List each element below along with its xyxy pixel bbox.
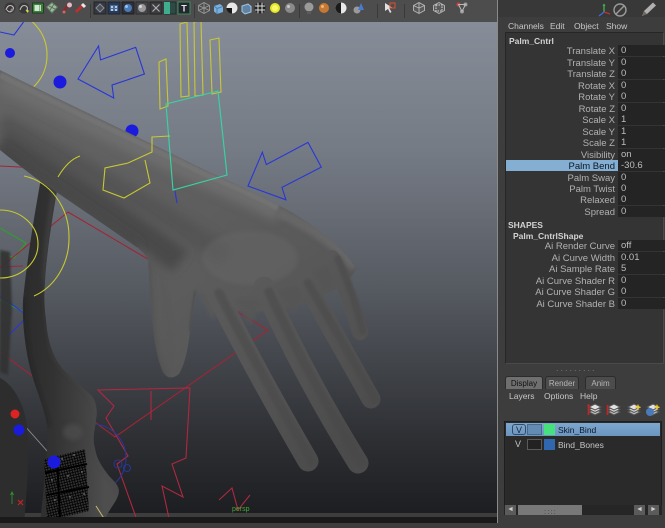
svg-text:persp: persp	[232, 506, 250, 513]
svg-text:T: T	[181, 4, 187, 14]
